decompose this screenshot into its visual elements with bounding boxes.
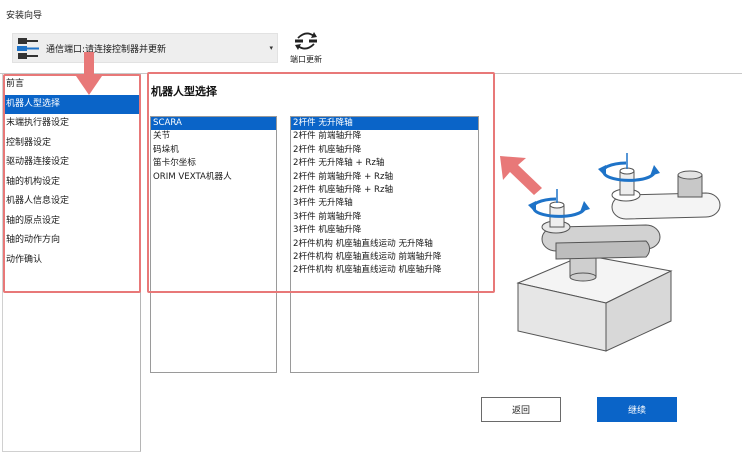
next-button[interactable]: 继续 [597, 397, 677, 422]
nav-item[interactable]: 控制器设定 [3, 134, 140, 154]
arrow-up-left-icon [500, 156, 542, 195]
chevron-down-icon[interactable]: ▾ [269, 44, 273, 52]
update-port-button[interactable]: 端口更新 [286, 29, 326, 67]
arrow-down-icon [76, 52, 102, 95]
window-title: 安装向导 [6, 11, 43, 21]
robot-model-item[interactable]: 2杆件 无升降轴 [291, 117, 478, 131]
robot-model-item[interactable]: 2杆件 前端轴升降 [291, 130, 478, 143]
robot-model-list[interactable]: 2杆件 无升降轴 2杆件 前端轴升降 2杆件 机座轴升降 2杆件 无升降轴 + Rz轴… [290, 116, 479, 373]
refresh-cable-icon [295, 32, 317, 50]
port-select[interactable]: 通信端口:请连接控制器并更新 ▾ [12, 33, 278, 63]
nav-item[interactable]: 机器人型选择 [3, 94, 140, 114]
robot-type-item[interactable]: 关节 [151, 130, 276, 143]
robot-type-list[interactable]: SCARA 关节 码垛机 笛卡尔坐标 ORIM VEXTA机器人 [150, 116, 277, 373]
robot-type-item[interactable]: 笛卡尔坐标 [151, 157, 276, 170]
robot-type-item[interactable]: ORIM VEXTA机器人 [151, 171, 276, 184]
robot-model-item[interactable]: 3杆件 前端轴升降 [291, 211, 478, 224]
robot-model-item[interactable]: 2杆件 机座轴升降 + Rz轴 [291, 184, 478, 197]
back-button[interactable]: 返回 [481, 397, 561, 422]
nav-item[interactable]: 轴的动作方向 [3, 231, 140, 251]
robot-model-item[interactable]: 2杆件机构 机座轴直线运动 机座轴升降 [291, 264, 478, 277]
nav-item[interactable]: 末端执行器设定 [3, 114, 140, 134]
wizard-step-nav: 前言 机器人型选择 末端执行器设定 控制器设定 驱动器连接设定 轴的机构设定 机器人信息设定… [2, 74, 141, 452]
nav-item[interactable]: 轴的机构设定 [3, 173, 140, 193]
nav-item[interactable]: 驱动器连接设定 [3, 153, 140, 173]
nav-item[interactable]: 机器人信息设定 [3, 192, 140, 212]
page-title: 机器人型选择 [151, 85, 217, 98]
robot-type-item[interactable]: SCARA [151, 117, 276, 131]
robot-model-item[interactable]: 3杆件 机座轴升降 [291, 224, 478, 237]
robot-model-item[interactable]: 2杆件 前端轴升降 + Rz轴 [291, 171, 478, 184]
robot-model-item[interactable]: 2杆件机构 机座轴直线运动 前端轴升降 [291, 251, 478, 264]
robot-type-item[interactable]: 码垛机 [151, 144, 276, 157]
update-port-label: 端口更新 [290, 55, 322, 64]
robot-model-item[interactable]: 2杆件 无升降轴 + Rz轴 [291, 157, 478, 170]
nav-item[interactable]: 轴的原点设定 [3, 212, 140, 232]
nav-item[interactable]: 动作确认 [3, 251, 140, 271]
robot-model-item[interactable]: 2杆件 机座轴升降 [291, 144, 478, 157]
robot-model-item[interactable]: 3杆件 无升降轴 [291, 197, 478, 210]
robot-model-item[interactable]: 2杆件机构 机座轴直线运动 无升降轴 [291, 238, 478, 251]
usb-plug-icon [17, 38, 39, 59]
nav-item[interactable]: 前言 [3, 75, 140, 95]
